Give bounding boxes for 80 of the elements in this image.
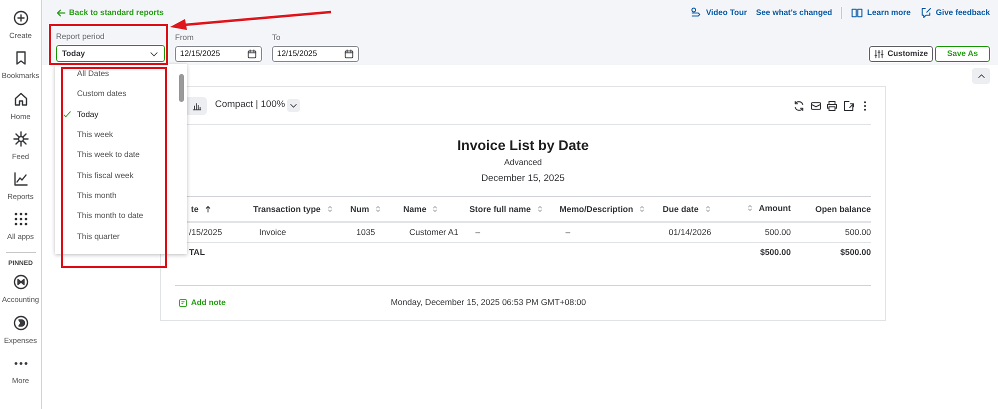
table-cell: Invoice bbox=[259, 227, 286, 238]
column-header[interactable]: Open balance bbox=[815, 202, 871, 216]
column-header[interactable]: te bbox=[191, 202, 212, 216]
table-cell: Customer A1 bbox=[409, 227, 458, 238]
field-label: From bbox=[175, 32, 195, 44]
header-link[interactable]: Learn more bbox=[851, 7, 911, 19]
export-icon[interactable] bbox=[842, 100, 854, 112]
column-header[interactable]: Store full name bbox=[469, 202, 544, 216]
dropdown-option[interactable]: This week to date bbox=[55, 145, 175, 166]
date-field[interactable]: 12/15/2025 bbox=[175, 46, 262, 62]
line-chart-icon bbox=[12, 171, 28, 187]
sort-ascending-icon bbox=[204, 205, 212, 214]
table-cell: – bbox=[566, 227, 570, 238]
sliders-icon bbox=[874, 49, 884, 59]
dropdown-option[interactable]: Today bbox=[55, 104, 175, 125]
more-icon bbox=[12, 362, 28, 365]
dropdown-option[interactable]: Custom dates bbox=[55, 84, 175, 105]
bar-chart-icon bbox=[192, 100, 202, 110]
table-cell: 01/14/2026 bbox=[668, 227, 712, 238]
dropdown-option[interactable]: This month to date bbox=[55, 206, 175, 226]
home-icon bbox=[12, 90, 28, 106]
sort-icon bbox=[704, 205, 712, 214]
book-icon bbox=[851, 7, 864, 19]
field-label: To bbox=[272, 32, 282, 44]
field-label: Report period bbox=[56, 31, 106, 43]
dropdown-option[interactable]: This quarter bbox=[55, 226, 175, 247]
header-link[interactable]: Give feedback bbox=[920, 7, 990, 19]
sort-icon bbox=[746, 204, 754, 212]
dropdown-option[interactable]: This month bbox=[55, 186, 175, 206]
column-header[interactable]: Memo/Description bbox=[560, 202, 646, 216]
sort-icon bbox=[638, 205, 646, 214]
grid-icon bbox=[12, 211, 28, 228]
date-field[interactable]: 12/15/2025 bbox=[272, 46, 359, 62]
total-cell: $500.00 bbox=[840, 246, 871, 257]
customize-button[interactable]: Customize bbox=[869, 46, 933, 62]
chevron-up-icon bbox=[976, 72, 986, 80]
sort-icon bbox=[374, 205, 382, 214]
dropdown-option[interactable]: This week bbox=[55, 124, 175, 146]
sort-icon bbox=[326, 205, 334, 214]
table-cell: 1035 bbox=[356, 227, 376, 238]
report-subtitle: Advanced bbox=[503, 156, 543, 169]
column-header[interactable]: Due date bbox=[662, 202, 712, 216]
note-icon bbox=[178, 298, 188, 308]
header-link[interactable]: Video Tour bbox=[690, 7, 748, 19]
chart-view-button[interactable] bbox=[187, 96, 207, 114]
add-icon bbox=[12, 10, 28, 26]
check-icon bbox=[63, 110, 72, 120]
dropdown-option[interactable]: This fiscal week bbox=[55, 165, 175, 186]
total-cell: $500.00 bbox=[760, 246, 791, 257]
table-cell: – bbox=[475, 227, 480, 238]
report-timestamp: Monday, December 15, 2025 06:53 PM GMT+08:00 bbox=[390, 296, 586, 309]
calendar-icon bbox=[247, 49, 257, 59]
sparkle-icon bbox=[12, 130, 28, 147]
arrow-left-icon bbox=[56, 8, 66, 18]
header-link[interactable]: See what's changed bbox=[756, 7, 832, 19]
table-cell: 500.00 bbox=[764, 227, 791, 238]
report-date: December 15, 2025 bbox=[480, 172, 566, 186]
circle-icon bbox=[12, 314, 28, 330]
column-header[interactable]: Amount bbox=[746, 202, 791, 215]
email-icon[interactable] bbox=[810, 100, 822, 112]
column-header[interactable]: Name bbox=[403, 202, 440, 216]
dropdown-option[interactable]: All Dates bbox=[55, 64, 175, 84]
total-cell: TAL bbox=[189, 246, 205, 257]
view-select[interactable]: Compact | 100% bbox=[215, 98, 300, 113]
refresh-icon[interactable] bbox=[793, 100, 805, 112]
chevron-down-icon bbox=[289, 101, 298, 110]
table-cell: /15/2025 bbox=[189, 227, 222, 238]
report-title: Invoice List by Date bbox=[456, 136, 590, 155]
sort-icon bbox=[431, 205, 440, 214]
print-icon[interactable] bbox=[826, 100, 838, 112]
sort-icon bbox=[536, 205, 544, 214]
column-header[interactable]: Num bbox=[350, 202, 382, 216]
column-header[interactable]: Transaction type bbox=[253, 202, 334, 216]
report-period-select[interactable]: Today bbox=[56, 45, 165, 62]
circle-icon bbox=[12, 274, 28, 290]
feedback-icon bbox=[920, 7, 932, 19]
collapse-button[interactable] bbox=[972, 68, 990, 84]
video-tour-icon bbox=[690, 7, 702, 19]
calendar-icon bbox=[344, 49, 354, 59]
table-cell: 500.00 bbox=[845, 227, 871, 238]
